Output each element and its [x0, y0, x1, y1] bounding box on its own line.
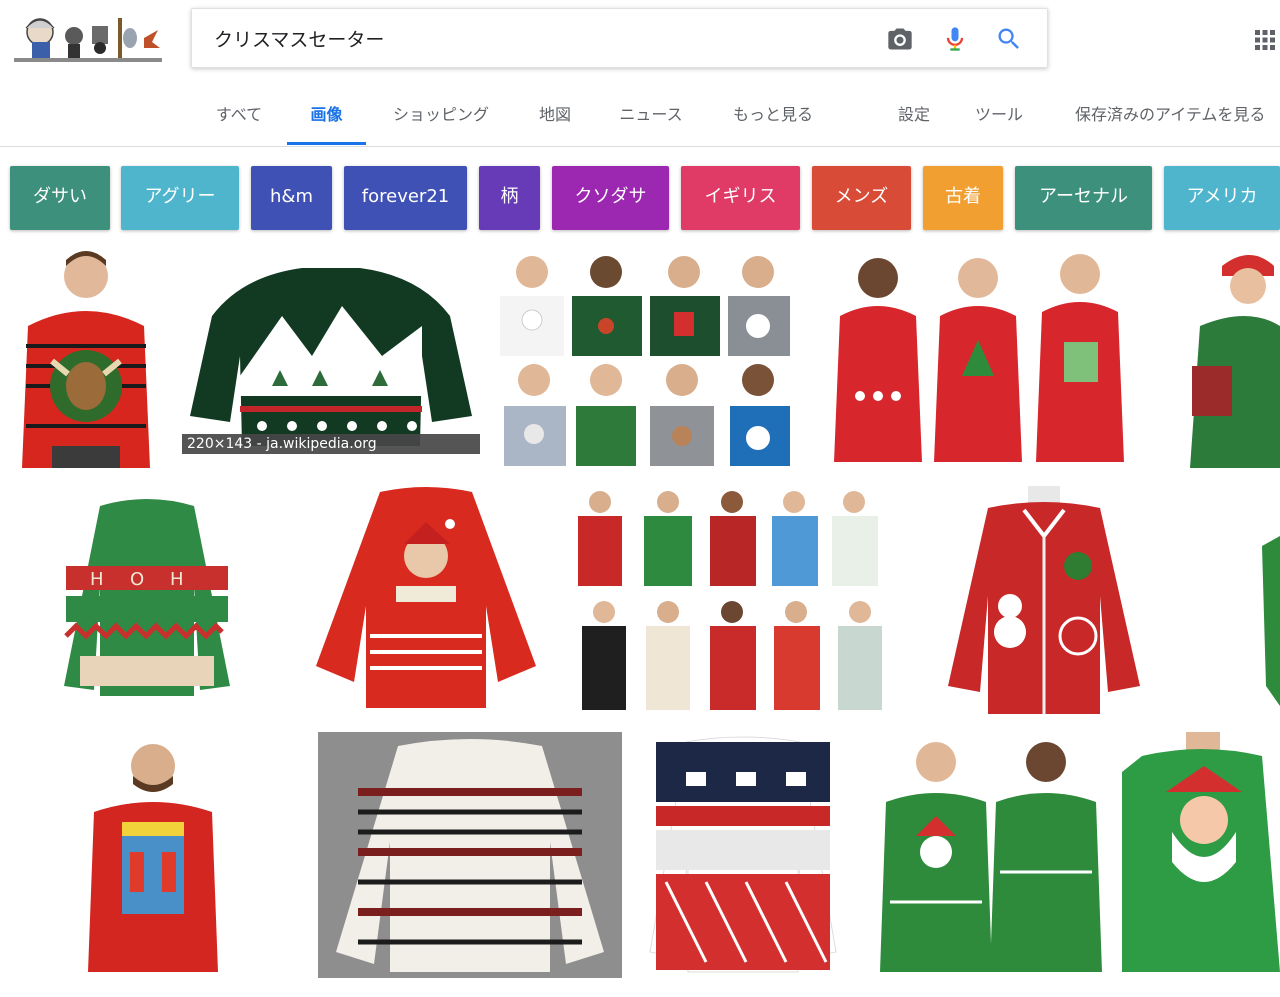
tab-news[interactable]: ニュース [608, 96, 694, 142]
chip-uk[interactable]: イギリス [681, 166, 800, 230]
image-result-4[interactable] [830, 246, 1134, 468]
image-result-5[interactable] [1178, 246, 1280, 468]
image-result-11[interactable] [78, 732, 228, 978]
search-icon[interactable] [995, 25, 1023, 53]
chip-forever21[interactable]: forever21 [344, 166, 467, 230]
chip-dasai[interactable]: ダサい [10, 166, 110, 230]
chip-kusodasa[interactable]: クソダサ [552, 166, 669, 230]
image-result-8[interactable] [570, 486, 888, 714]
image-result-15[interactable] [1122, 732, 1280, 978]
image-result-12[interactable] [318, 732, 622, 978]
chip-mens[interactable]: メンズ [812, 166, 911, 230]
chip-ugly[interactable]: アグリー [121, 166, 239, 230]
chip-pattern[interactable]: 柄 [479, 166, 540, 230]
image-result-10[interactable] [1252, 486, 1280, 714]
tab-all[interactable]: すべて [205, 96, 273, 142]
image-caption: 220×143 - ja.wikipedia.org [182, 434, 480, 454]
tools-link[interactable]: ツール [966, 96, 1032, 142]
image-result-1[interactable] [12, 246, 160, 468]
apps-grid-icon[interactable] [1253, 28, 1277, 52]
saved-items-link[interactable]: 保存済みのアイテムを見る [1075, 96, 1280, 142]
image-result-3[interactable] [496, 246, 794, 468]
settings-link[interactable]: 設定 [888, 96, 940, 142]
chip-arsenal[interactable]: アーセナル [1015, 166, 1152, 230]
image-result-13[interactable] [646, 732, 840, 978]
search-box [191, 8, 1048, 68]
chip-america[interactable]: アメリカ [1164, 166, 1280, 230]
tab-shopping[interactable]: ショッピング [380, 96, 502, 142]
search-nav-bar: すべて 画像 ショッピング 地図 ニュース もっと見る 設定 ツール 保存済みの… [0, 96, 1280, 147]
tab-more[interactable]: もっと見る [720, 96, 826, 142]
chip-vintage[interactable]: 古着 [923, 166, 1003, 230]
tab-images[interactable]: 画像 [287, 96, 366, 145]
image-result-7[interactable] [300, 486, 552, 714]
search-input[interactable] [214, 9, 854, 67]
image-result-2[interactable] [182, 246, 480, 454]
microphone-icon[interactable] [941, 25, 969, 53]
svg-text:H: H [170, 569, 184, 590]
svg-text:O: O [130, 569, 144, 590]
image-result-14[interactable] [870, 732, 1106, 978]
doodle-logo[interactable] [12, 8, 164, 68]
image-result-9[interactable] [944, 486, 1144, 714]
svg-text:H: H [90, 569, 104, 590]
tab-maps[interactable]: 地図 [528, 96, 582, 142]
image-result-6[interactable]: HOH [60, 486, 234, 704]
chip-hm[interactable]: h&m [251, 166, 332, 230]
camera-icon[interactable] [886, 25, 914, 53]
